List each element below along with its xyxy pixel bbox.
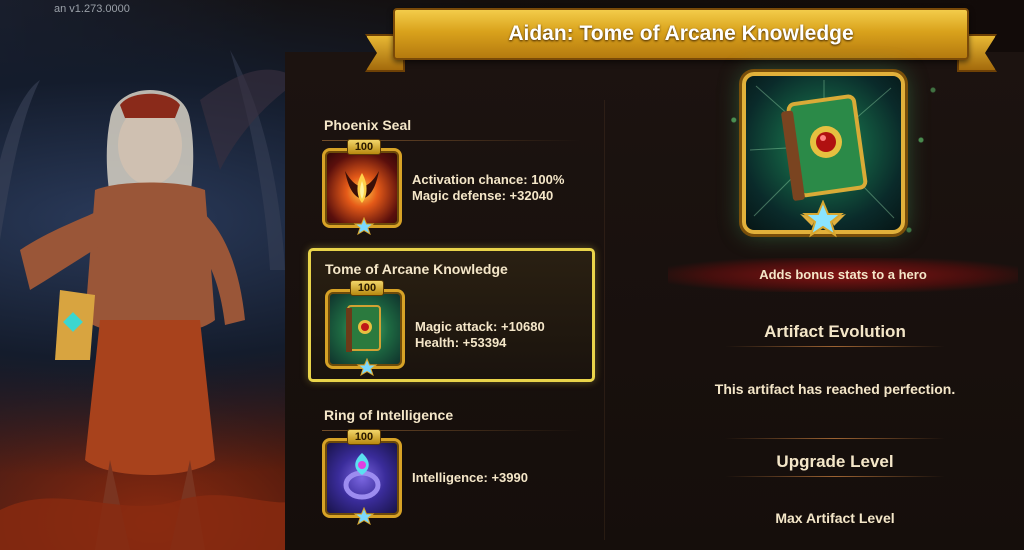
artifact-card-phoenix-seal[interactable]: Phoenix Seal 100 Activation chance: 100%… bbox=[308, 108, 595, 242]
artifact-card-ring[interactable]: Ring of Intelligence 100 Intelligence: +… bbox=[308, 398, 595, 532]
phoenix-seal-art bbox=[345, 171, 379, 203]
evolution-star-icon bbox=[800, 200, 846, 238]
ring-art bbox=[343, 453, 381, 500]
evolution-text: This artifact has reached perfection. bbox=[714, 381, 956, 397]
phoenix-seal-icon[interactable]: 100 bbox=[322, 139, 402, 235]
ring-icon[interactable]: 100 bbox=[322, 429, 402, 525]
stat-line: Magic defense: +32040 bbox=[412, 188, 554, 203]
stat-line: Magic attack: +10680 bbox=[415, 319, 545, 334]
section-divider bbox=[725, 476, 945, 477]
stat-line: Activation chance: 100% bbox=[412, 172, 565, 187]
star-icon bbox=[353, 217, 375, 235]
section-divider bbox=[725, 346, 945, 347]
banner-body: Aidan: Tome of Arcane Knowledge bbox=[393, 8, 969, 60]
artifact-level-badge: 100 bbox=[350, 280, 384, 296]
artifact-stats: Activation chance: 100% Magic defense: +… bbox=[412, 172, 564, 204]
star-icon bbox=[353, 507, 375, 525]
tome-icon[interactable]: 100 bbox=[325, 280, 405, 376]
page-title: Aidan: Tome of Arcane Knowledge bbox=[508, 22, 854, 45]
artifact-name: Ring of Intelligence bbox=[324, 407, 454, 423]
star-icon bbox=[356, 358, 378, 376]
upgrade-title: Upgrade Level bbox=[776, 452, 894, 471]
artifact-stats: Magic attack: +10680 Health: +53394 bbox=[415, 319, 545, 351]
hero-portrait bbox=[0, 50, 300, 550]
artifact-level-badge: 100 bbox=[347, 139, 381, 155]
upgrade-text: Max Artifact Level bbox=[775, 510, 895, 526]
section-divider bbox=[725, 438, 945, 439]
stat-line: Intelligence: +3990 bbox=[412, 470, 528, 485]
evolution-title: Artifact Evolution bbox=[764, 322, 906, 341]
stat-line: Health: +53394 bbox=[415, 335, 507, 350]
artifact-card-tome[interactable]: Tome of Arcane Knowledge 100 Magic attac… bbox=[308, 248, 595, 382]
artifact-stats: Intelligence: +3990 bbox=[412, 470, 528, 486]
artifact-description: Adds bonus stats to a hero bbox=[759, 267, 927, 282]
version-label: an v1.273.0000 bbox=[54, 3, 130, 15]
artifact-level-badge: 100 bbox=[347, 429, 381, 445]
tome-art bbox=[346, 305, 381, 352]
artifact-name: Phoenix Seal bbox=[324, 117, 412, 133]
artifact-name: Tome of Arcane Knowledge bbox=[325, 261, 508, 277]
pane-divider bbox=[604, 100, 605, 540]
